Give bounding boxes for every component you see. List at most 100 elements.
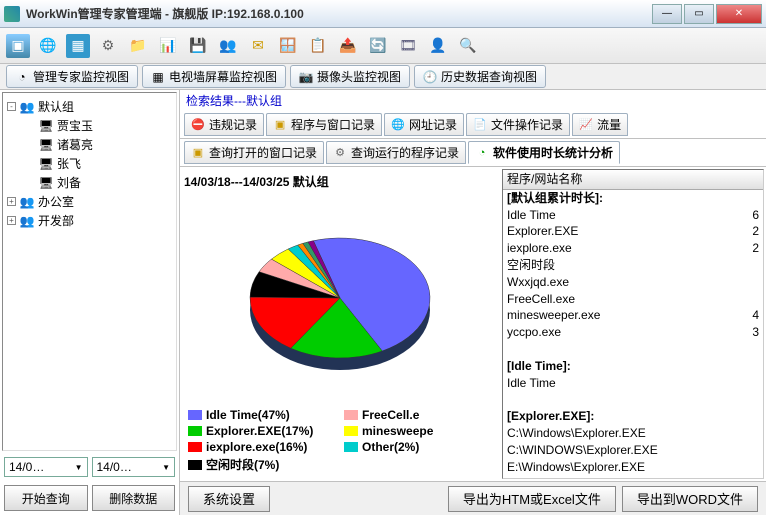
list-item[interactable]: 空闲时段	[503, 257, 763, 274]
delete-data-button[interactable]: 删除数据	[92, 485, 176, 511]
tree-node-user[interactable]: 🖥贾宝玉	[39, 116, 172, 135]
legend-label: FreeCell.e	[362, 408, 419, 422]
tab-label: 违规记录	[209, 116, 257, 133]
list-item[interactable]: minesweeper.exe4	[503, 307, 763, 324]
collapse-icon[interactable]: -	[7, 102, 16, 111]
window-icon: ▣	[191, 146, 205, 160]
legend-label: iexplore.exe(16%)	[206, 440, 307, 454]
tab-label: 电视墙屏幕监控视图	[169, 68, 277, 85]
swatch-icon	[344, 410, 358, 420]
app-icon	[4, 6, 20, 22]
tab-label: 查询运行的程序记录	[351, 144, 459, 161]
view-tabs: ◔管理专家监控视图 ▦电视墙屏幕监控视图 📷摄像头监控视图 🕘历史数据查询视图	[0, 64, 766, 90]
list-item[interactable]: Idle Time	[503, 375, 763, 392]
list-item[interactable]: Wxxjqd.exe	[503, 274, 763, 291]
tab-label: 查询打开的窗口记录	[209, 144, 317, 161]
list-item[interactable]: E:\Windows\Explorer.EXE	[503, 459, 763, 476]
legend-label: Other(2%)	[362, 440, 419, 454]
users-icon[interactable]: 👥	[216, 34, 240, 58]
start-query-button[interactable]: 开始查询	[4, 485, 88, 511]
tree-node-default[interactable]: -👥默认组	[7, 97, 172, 116]
expand-icon[interactable]: +	[7, 197, 16, 206]
date-from-combo[interactable]: 14/0…▼	[4, 457, 88, 477]
search-icon[interactable]: 🔍	[456, 34, 480, 58]
tree-node-user[interactable]: 🖥张飞	[39, 154, 172, 173]
tab-usage-stats[interactable]: ◔软件使用时长统计分析	[468, 141, 620, 164]
tree-label: 贾宝玉	[57, 117, 93, 134]
legend-label: Explorer.EXE(17%)	[206, 424, 313, 438]
legend-item: FreeCell.e	[344, 408, 492, 422]
swatch-icon	[344, 426, 358, 436]
window-title: WorkWin管理专家管理端 - 旗舰版 IP:192.168.0.100	[26, 5, 652, 22]
legend-item: minesweepe	[344, 424, 492, 438]
window-icon[interactable]: 🪟	[276, 34, 300, 58]
tab-expert-view[interactable]: ◔管理专家监控视图	[6, 65, 138, 88]
refresh-icon[interactable]: 🔄	[366, 34, 390, 58]
monitor-icon[interactable]: ▣	[6, 34, 30, 58]
list-item[interactable]: Explorer.EXE2	[503, 223, 763, 240]
folder-icon[interactable]: 📁	[126, 34, 150, 58]
list-group: [Explorer.EXE]:	[503, 408, 763, 425]
chart-pane: 14/03/18---14/03/25 默认组 Idle Time(47%) F…	[180, 167, 500, 481]
tab-label: 流量	[597, 116, 621, 133]
system-settings-button[interactable]: 系统设置	[188, 486, 270, 512]
chart-icon[interactable]: 📊	[156, 34, 180, 58]
tree-label: 办公室	[38, 193, 74, 210]
close-button[interactable]: ✕	[716, 4, 762, 24]
stats-list[interactable]: 程序/网站名称 [默认组累计时长]: Idle Time6 Explorer.E…	[502, 169, 764, 479]
group-icon: 👥	[20, 100, 34, 114]
tab-label: 历史数据查询视图	[441, 68, 537, 85]
tab-query-windows[interactable]: ▣ 查询打开的窗口记录	[184, 141, 324, 164]
date-to-value: 14/0…	[97, 460, 132, 474]
mail-icon[interactable]: ✉	[246, 34, 270, 58]
swatch-icon	[188, 410, 202, 420]
globe-icon[interactable]: 🌐	[36, 34, 60, 58]
tab-label: 文件操作记录	[491, 116, 563, 133]
gear-icon: ⚙	[333, 146, 347, 160]
date-to-combo[interactable]: 14/0…▼	[92, 457, 176, 477]
computer-icon: 🖥	[39, 157, 53, 171]
tree-node-user[interactable]: 🖥诸葛亮	[39, 135, 172, 154]
tab-url[interactable]: 🌐网址记录	[384, 113, 464, 136]
file-icon: 📄	[473, 118, 487, 132]
list-item[interactable]: iexplore.exe2	[503, 240, 763, 257]
maximize-button[interactable]: ▭	[684, 4, 714, 24]
list-item[interactable]: FreeCell.exe	[503, 291, 763, 308]
send-icon[interactable]: 📤	[336, 34, 360, 58]
list-item[interactable]: C:\Windows\Explorer.EXE	[503, 425, 763, 442]
tree-node-office[interactable]: +👥办公室	[7, 192, 172, 211]
tab-query-programs[interactable]: ⚙ 查询运行的程序记录	[326, 141, 466, 164]
tab-traffic[interactable]: 📈 流量	[572, 113, 628, 136]
export-excel-button[interactable]: 导出为HTM或Excel文件	[448, 486, 616, 512]
computer-icon: 🖥	[39, 138, 53, 152]
group-tree[interactable]: -👥默认组 🖥贾宝玉 🖥诸葛亮 🖥张飞 🖥刘备 +👥办公室 +👥开发部	[2, 92, 177, 451]
film-icon[interactable]: 🎞	[396, 34, 420, 58]
expand-icon[interactable]: +	[7, 216, 16, 225]
list-item[interactable]: C:\WINDOWS\Explorer.EXE	[503, 442, 763, 459]
minimize-button[interactable]: —	[652, 4, 682, 24]
legend-label: 空闲时段(7%)	[206, 456, 279, 473]
tree-node-dev[interactable]: + 👥 开发部	[7, 211, 172, 230]
swatch-icon	[344, 442, 358, 452]
tab-violation[interactable]: ⛔违规记录	[184, 113, 264, 136]
list-item[interactable]: Idle Time6	[503, 207, 763, 224]
tree-label: 开发部	[38, 212, 74, 229]
list-item[interactable]: yccpo.exe3	[503, 324, 763, 341]
tab-label: 程序与窗口记录	[291, 116, 375, 133]
tab-wall-view[interactable]: ▦电视墙屏幕监控视图	[142, 65, 286, 88]
screens-icon[interactable]: ▦	[66, 34, 90, 58]
left-panel: -👥默认组 🖥贾宝玉 🖥诸葛亮 🖥张飞 🖥刘备 +👥办公室 +👥开发部 14/0…	[0, 90, 180, 515]
person-icon[interactable]: 👤	[426, 34, 450, 58]
tab-history-view[interactable]: 🕘历史数据查询视图	[414, 65, 546, 88]
tab-file-ops[interactable]: 📄 文件操作记录	[466, 113, 570, 136]
tab-program-window[interactable]: ▣程序与窗口记录	[266, 113, 382, 136]
drive-icon[interactable]: 💾	[186, 34, 210, 58]
group-icon: 👥	[20, 214, 34, 228]
tree-node-user[interactable]: 🖥刘备	[39, 173, 172, 192]
gear-icon[interactable]: ⚙	[96, 34, 120, 58]
tab-label: 管理专家监控视图	[33, 68, 129, 85]
clipboard-icon[interactable]: 📋	[306, 34, 330, 58]
traffic-icon: 📈	[579, 118, 593, 132]
export-word-button[interactable]: 导出到WORD文件	[622, 486, 758, 512]
tab-camera-view[interactable]: 📷摄像头监控视图	[290, 65, 410, 88]
